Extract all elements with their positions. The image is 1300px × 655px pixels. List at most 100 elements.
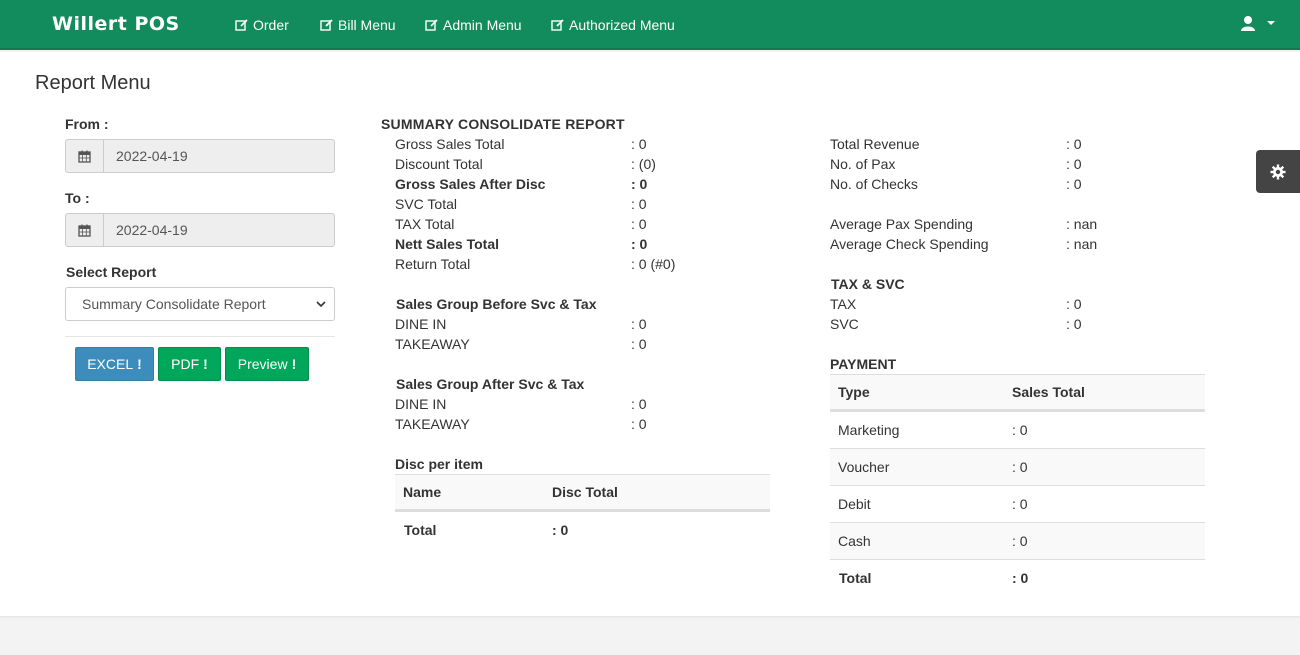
summary-label: Return Total (395, 256, 471, 272)
payment-value: : 0 (1012, 496, 1028, 512)
summary-value: : 0 (631, 236, 648, 252)
table-row: Marketing : 0 (830, 411, 1205, 448)
nav-admin-menu-label: Admin Menu (443, 17, 522, 33)
summary-label: Gross Sales After Disc (395, 176, 546, 192)
summary-value: : 0 (631, 196, 647, 212)
stat-value: : 0 (1066, 136, 1082, 152)
tax-svc-title: TAX & SVC (831, 276, 905, 292)
table-total-row: Total : 0 (830, 559, 1205, 596)
summary-value: : 0 (631, 136, 647, 152)
stat-label: Average Check Spending (830, 236, 989, 252)
page-title: Report Menu (35, 72, 151, 94)
payment-type: Debit (838, 496, 871, 512)
report-type-select[interactable]: Summary Consolidate Report (65, 287, 335, 321)
preview-button[interactable]: Preview ! (225, 347, 309, 381)
report-panel: Report Menu From : 2022-04-19 To : 2022-… (0, 52, 1300, 616)
caret-down-icon (1267, 21, 1275, 25)
summary-value: : 0 (631, 216, 647, 232)
summary-value: : 0 (631, 176, 648, 192)
from-date-field[interactable]: 2022-04-19 (65, 139, 335, 173)
table-header: Disc Total (552, 484, 618, 500)
from-date-input[interactable]: 2022-04-19 (104, 140, 334, 172)
nav-bill-menu[interactable]: Bill Menu (320, 17, 396, 33)
select-report-label: Select Report (66, 264, 157, 280)
tax-svc-value: : 0 (1066, 296, 1082, 312)
group-after-label: TAKEAWAY (395, 416, 470, 432)
table-total-row: Total : 0 (395, 511, 770, 548)
stat-value: : nan (1066, 216, 1098, 232)
total-label: Total (839, 570, 872, 586)
group-after-value: : 0 (631, 416, 647, 432)
report-title: SUMMARY CONSOLIDATE REPORT (381, 116, 625, 132)
stat-value: : nan (1066, 236, 1098, 252)
exclamation-icon: ! (291, 356, 297, 372)
sales-group-after-title: Sales Group After Svc & Tax (396, 376, 585, 392)
total-value: : 0 (552, 522, 569, 538)
excel-button-label: EXCEL (87, 356, 134, 372)
chevron-down-icon (316, 301, 326, 308)
calendar-icon[interactable] (66, 214, 104, 246)
table-row: Cash : 0 (830, 522, 1205, 559)
summary-label: Gross Sales Total (395, 136, 505, 152)
edit-icon (425, 19, 438, 31)
nav-authorized-menu[interactable]: Authorized Menu (551, 17, 675, 33)
group-before-label: DINE IN (395, 316, 447, 332)
group-before-value: : 0 (631, 336, 647, 352)
payment-title: PAYMENT (830, 356, 897, 372)
stat-label: Average Pax Spending (830, 216, 973, 232)
table-header: Type (838, 384, 870, 400)
table-header: Sales Total (1012, 384, 1085, 400)
nav-order-label: Order (253, 17, 289, 33)
table-header-row: Name Disc Total (395, 474, 770, 511)
pdf-button[interactable]: PDF ! (158, 347, 221, 381)
stat-label: Total Revenue (830, 136, 920, 152)
payment-value: : 0 (1012, 459, 1028, 475)
pdf-button-label: PDF (171, 356, 200, 372)
group-before-label: TAKEAWAY (395, 336, 470, 352)
stat-value: : 0 (1066, 156, 1082, 172)
group-after-label: DINE IN (395, 396, 447, 412)
preview-button-label: Preview (237, 356, 288, 372)
payment-type: Cash (838, 533, 871, 549)
settings-toggle[interactable] (1256, 150, 1300, 193)
table-row: Voucher : 0 (830, 448, 1205, 485)
table-row: Debit : 0 (830, 485, 1205, 522)
summary-label: Nett Sales Total (395, 236, 499, 252)
excel-button[interactable]: EXCEL ! (75, 347, 154, 381)
summary-label: TAX Total (395, 216, 455, 232)
gear-icon (1270, 164, 1286, 179)
table-header: Name (403, 484, 442, 500)
stat-value: : 0 (1066, 176, 1082, 192)
nav-bill-menu-label: Bill Menu (338, 17, 396, 33)
exclamation-icon: ! (203, 356, 208, 372)
to-label: To : (65, 190, 90, 206)
top-navbar: Willert POS Order Bill Menu Admin Menu A… (0, 0, 1300, 50)
tax-svc-label: TAX (830, 296, 857, 312)
edit-icon (320, 19, 333, 31)
to-date-input[interactable]: 2022-04-19 (104, 214, 334, 246)
brand-logo[interactable]: Willert POS (52, 13, 180, 35)
from-label: From : (65, 116, 109, 132)
table-header-row: Type Sales Total (830, 374, 1205, 411)
calendar-icon[interactable] (66, 140, 104, 172)
stat-label: No. of Checks (830, 176, 918, 192)
report-type-value: Summary Consolidate Report (82, 296, 266, 312)
total-value: : 0 (1012, 570, 1029, 586)
summary-label: SVC Total (395, 196, 457, 212)
edit-icon (235, 19, 248, 31)
to-date-field[interactable]: 2022-04-19 (65, 213, 335, 247)
nav-admin-menu[interactable]: Admin Menu (425, 17, 522, 33)
nav-order[interactable]: Order (235, 17, 289, 33)
sales-group-before-title: Sales Group Before Svc & Tax (396, 296, 597, 312)
payment-value: : 0 (1012, 533, 1028, 549)
disc-per-item-title: Disc per item (395, 456, 483, 472)
tax-svc-value: : 0 (1066, 316, 1082, 332)
payment-type: Voucher (838, 459, 890, 475)
tax-svc-label: SVC (830, 316, 859, 332)
payment-type: Marketing (838, 422, 900, 438)
form-divider (65, 336, 335, 337)
user-menu-dropdown[interactable] (1240, 15, 1276, 31)
stat-label: No. of Pax (830, 156, 896, 172)
summary-value: : (0) (631, 156, 656, 172)
summary-value: : 0 (#0) (631, 256, 676, 272)
